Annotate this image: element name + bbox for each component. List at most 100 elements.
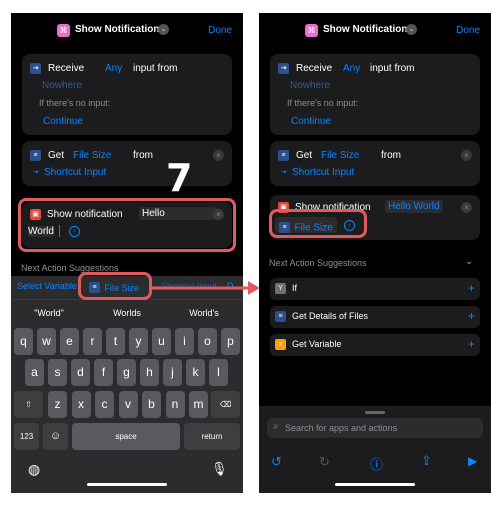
info-icon[interactable]: ⓘ <box>370 454 383 473</box>
shift-key[interactable]: ⇧ <box>14 391 43 418</box>
file-icon: ≡ <box>30 150 41 161</box>
undo-icon[interactable]: ↺ <box>271 454 282 470</box>
key-x[interactable]: x <box>71 391 91 418</box>
suggestion-row-if[interactable]: Y If + <box>270 278 480 300</box>
key-m[interactable]: m <box>189 391 208 418</box>
remove-action-icon[interactable]: × <box>213 150 224 161</box>
receive-action-card: ⇥ Receive Any input from Nowhere If ther… <box>22 54 232 135</box>
key-r[interactable]: r <box>83 328 102 355</box>
get-label: Get <box>296 150 313 161</box>
shortcut-icon: ⌘ <box>57 24 70 37</box>
autocorrect-suggestion-1[interactable]: "World" <box>14 308 84 318</box>
no-input-label: If there's no input: <box>287 98 359 108</box>
continue-option[interactable]: Continue <box>43 116 83 127</box>
receive-icon: ⇥ <box>30 63 41 74</box>
get-label: Get <box>48 150 65 161</box>
remove-action-icon[interactable]: × <box>461 150 472 161</box>
key-d[interactable]: d <box>71 359 90 386</box>
key-v[interactable]: v <box>118 391 138 418</box>
shortcut-title[interactable]: Show Notification <box>75 24 159 35</box>
add-icon[interactable]: + <box>468 281 475 295</box>
no-input-label: If there's no input: <box>39 98 111 108</box>
input-type-any[interactable]: Any <box>343 63 360 74</box>
key-c[interactable]: c <box>95 391 114 418</box>
suggestion-label: If <box>292 283 298 293</box>
key-p[interactable]: p <box>221 328 240 355</box>
remove-action-icon[interactable]: × <box>461 202 472 213</box>
continue-option[interactable]: Continue <box>291 116 331 127</box>
right-phone-screen: ⌘ Show Notification ⌄ Done ⇥ Receive Any… <box>259 13 491 493</box>
notification-text-field[interactable]: Hello World <box>385 200 443 213</box>
search-placeholder: Search for apps and actions <box>285 423 398 433</box>
shortcut-title[interactable]: Show Notification <box>323 24 407 35</box>
key-k[interactable]: k <box>186 359 205 386</box>
done-button[interactable]: Done <box>208 25 232 36</box>
select-variable-button[interactable]: Select Variable <box>17 281 77 291</box>
key-g[interactable]: g <box>117 359 136 386</box>
delete-key[interactable]: ⌫ <box>211 391 240 418</box>
suggestion-row-get-variable[interactable]: x Get Variable + <box>270 334 480 356</box>
emoji-key[interactable]: ☺ <box>43 423 68 450</box>
key-j[interactable]: j <box>163 359 182 386</box>
shortcut-input-source[interactable]: Shortcut Input <box>292 167 354 178</box>
key-l[interactable]: l <box>209 359 228 386</box>
key-b[interactable]: b <box>142 391 161 418</box>
property-file-size[interactable]: File Size <box>321 150 359 161</box>
input-source-nowhere[interactable]: Nowhere <box>290 80 330 91</box>
share-icon[interactable]: ⇪ <box>421 453 432 469</box>
key-h[interactable]: h <box>140 359 159 386</box>
key-o[interactable]: o <box>198 328 217 355</box>
bottom-action-panel: ⌕ Search for apps and actions ↺ ↻ ⓘ ⇪ ▶ <box>259 406 491 493</box>
key-q[interactable]: q <box>14 328 33 355</box>
search-field[interactable]: ⌕ Search for apps and actions <box>267 418 483 438</box>
next-action-suggestions-title: Next Action Suggestions <box>269 258 367 268</box>
home-indicator <box>335 483 415 486</box>
from-label: from <box>381 150 401 161</box>
return-key[interactable]: return <box>184 423 240 450</box>
autocorrect-suggestion-2[interactable]: Worlds <box>92 308 162 318</box>
key-a[interactable]: a <box>25 359 44 386</box>
variable-icon: x <box>275 339 286 350</box>
chevron-down-icon[interactable]: ⌄ <box>465 256 473 267</box>
key-f[interactable]: f <box>94 359 113 386</box>
add-icon[interactable]: + <box>468 309 475 323</box>
key-u[interactable]: u <box>152 328 171 355</box>
redo-icon: ↻ <box>319 454 330 469</box>
key-i[interactable]: i <box>175 328 194 355</box>
key-n[interactable]: n <box>165 391 185 418</box>
key-z[interactable]: z <box>48 391 67 418</box>
suggestion-row-get-details[interactable]: ≡ Get Details of Files + <box>270 306 480 328</box>
key-s[interactable]: s <box>48 359 67 386</box>
drag-handle[interactable] <box>365 411 385 414</box>
key-w[interactable]: w <box>37 328 56 355</box>
chevron-down-icon[interactable]: ⌄ <box>158 24 169 35</box>
done-button[interactable]: Done <box>456 25 480 36</box>
chevron-down-icon[interactable]: ⌄ <box>406 24 417 35</box>
input-type-any[interactable]: Any <box>105 63 122 74</box>
input-from-label: input from <box>133 63 178 74</box>
add-icon[interactable]: + <box>468 337 475 351</box>
suggestion-label: Get Variable <box>292 339 342 349</box>
connector-arrow <box>152 281 260 295</box>
globe-icon[interactable]: ◍ <box>28 461 40 478</box>
shortcut-input-source[interactable]: Shortcut Input <box>44 167 106 178</box>
property-file-size[interactable]: File Size <box>73 150 111 161</box>
run-icon[interactable]: ▶ <box>468 454 477 468</box>
key-e[interactable]: e <box>60 328 79 355</box>
shortcut-input-icon: ⇥ <box>280 169 287 176</box>
header: ⌘ Show Notification ⌄ Done <box>259 13 491 49</box>
left-phone-screen: ⌘ Show Notification ⌄ Done ⇥ Receive Any… <box>11 13 243 493</box>
suggestion-label: Get Details of Files <box>292 311 369 321</box>
step-number: 7 <box>166 156 193 200</box>
key-y[interactable]: y <box>129 328 148 355</box>
numbers-key[interactable]: 123 <box>14 423 39 450</box>
space-key[interactable]: space <box>72 423 180 450</box>
input-source-nowhere[interactable]: Nowhere <box>42 80 82 91</box>
shortcut-icon: ⌘ <box>305 24 318 37</box>
autocorrect-suggestion-3[interactable]: World's <box>169 308 239 318</box>
get-action-card: ≡ Get File Size from × ⇥ Shortcut Input <box>22 141 232 186</box>
key-t[interactable]: t <box>106 328 125 355</box>
microphone-icon[interactable]: 🎙 <box>211 461 228 477</box>
receive-icon: ⇥ <box>278 63 289 74</box>
file-icon: ≡ <box>278 150 289 161</box>
